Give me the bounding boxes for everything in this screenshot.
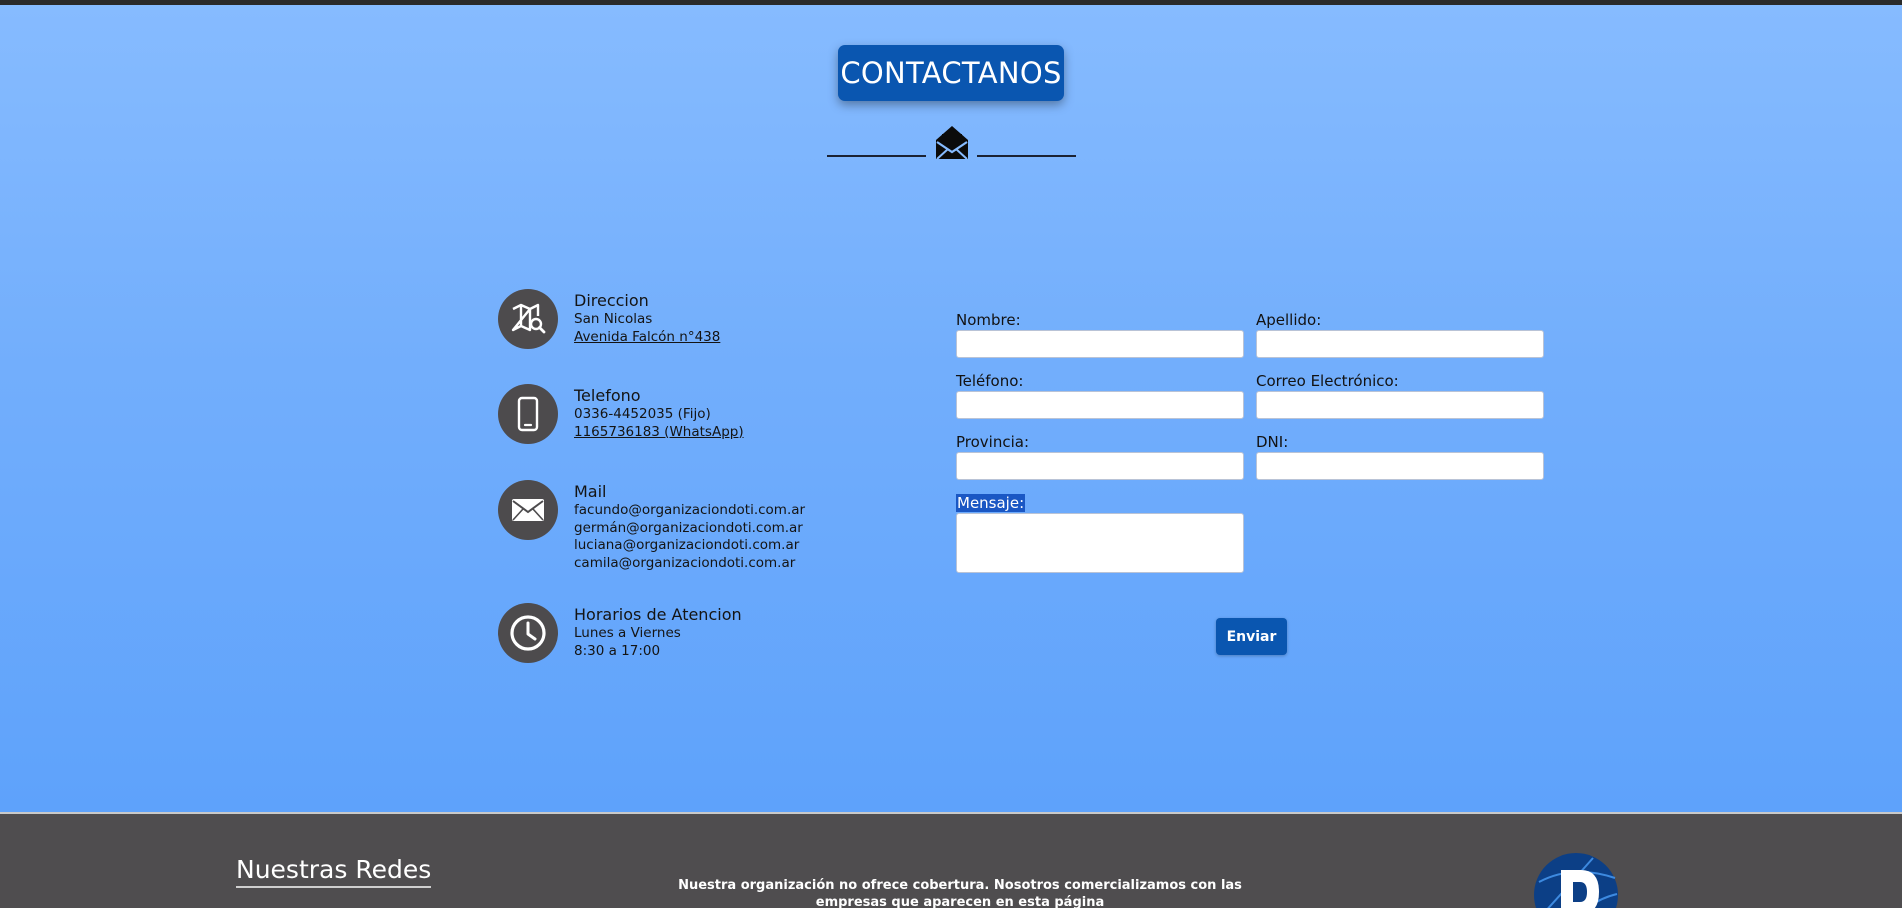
apellido-input[interactable] (1256, 330, 1544, 358)
email-address: germán@organizaciondoti.com.ar (574, 519, 803, 536)
map-search-icon (498, 289, 558, 349)
email-address: luciana@organizaciondoti.com.ar (574, 537, 800, 553)
title-divider-right (977, 155, 1076, 157)
send-button[interactable]: Enviar (1216, 618, 1287, 655)
nombre-input[interactable] (956, 330, 1244, 358)
phone-landline: 0336-4452035 (Fijo) (574, 406, 711, 422)
provincia-input[interactable] (956, 452, 1244, 480)
hours-time: 8:30 a 17:00 (574, 642, 661, 659)
mensaje-textarea[interactable] (956, 513, 1244, 573)
contact-section: CONTACTANOS Direccion San Nicolas Avenid… (0, 5, 1902, 812)
footer-disclaimer: Nuestra organización no ofrece cobertura… (678, 878, 1242, 908)
correo-input[interactable] (1256, 391, 1544, 419)
correo-label: Correo Electrónico: (1256, 372, 1399, 390)
contact-info-title: Direccion (574, 291, 649, 310)
envelope-open-icon (936, 126, 968, 160)
dni-label: DNI: (1256, 433, 1289, 451)
contact-info-title: Telefono (574, 386, 641, 405)
provincia-label: Provincia: (956, 433, 1030, 451)
telefono-label: Teléfono: (956, 372, 1024, 390)
apellido-label: Apellido: (1256, 311, 1322, 329)
social-networks-title: Nuestras Redes (236, 855, 432, 888)
address-street-link[interactable]: Avenida Falcón n°438 (574, 329, 834, 347)
clock-icon (498, 603, 558, 663)
organization-logo-icon[interactable] (1533, 852, 1619, 908)
contact-info-title: Horarios de Atencion (574, 605, 742, 624)
mail-icon (498, 480, 558, 540)
telefono-input[interactable] (956, 391, 1244, 419)
email-address: facundo@organizaciondoti.com.ar (574, 502, 806, 518)
title-divider-left (827, 155, 926, 157)
contact-info-title: Mail (574, 482, 607, 501)
nombre-label: Nombre: (956, 311, 1021, 329)
mensaje-label: Mensaje: (956, 494, 1026, 512)
phone-icon (498, 384, 558, 444)
footer: Nuestras Redes Nuestra organización no o… (0, 814, 1902, 908)
hours-days: Lunes a Viernes (574, 625, 681, 641)
dni-input[interactable] (1256, 452, 1544, 480)
email-address: camila@organizaciondoti.com.ar (574, 554, 796, 571)
address-city: San Nicolas (574, 311, 653, 327)
page-title: CONTACTANOS (838, 45, 1064, 101)
phone-whatsapp-link[interactable]: 1165736183 (WhatsApp) (574, 424, 834, 442)
